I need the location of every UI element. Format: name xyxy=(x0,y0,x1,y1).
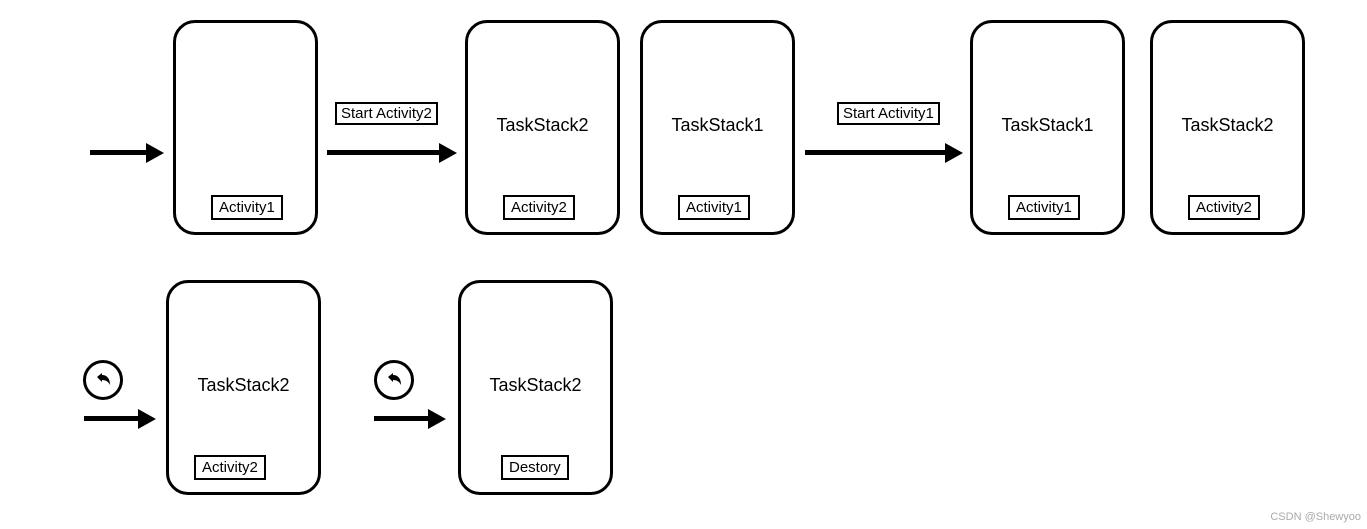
stack-5-activity: Activity2 xyxy=(1188,195,1260,220)
stack-3-activity: Activity1 xyxy=(678,195,750,220)
stack-2-activity: Activity2 xyxy=(503,195,575,220)
stack-1-activity: Activity1 xyxy=(211,195,283,220)
stack-6: TaskStack2 Activity2 xyxy=(166,280,321,495)
stack-7-title: TaskStack2 xyxy=(461,375,610,396)
arrow-3-label: Start Activity1 xyxy=(837,102,940,125)
stack-3: TaskStack1 Activity1 xyxy=(640,20,795,235)
stack-2-title: TaskStack2 xyxy=(468,115,617,136)
stack-3-title: TaskStack1 xyxy=(643,115,792,136)
stack-4-title: TaskStack1 xyxy=(973,115,1122,136)
stack-2: TaskStack2 Activity2 xyxy=(465,20,620,235)
stack-5: TaskStack2 Activity2 xyxy=(1150,20,1305,235)
stack-4-activity: Activity1 xyxy=(1008,195,1080,220)
stack-5-title: TaskStack2 xyxy=(1153,115,1302,136)
stack-6-activity: Activity2 xyxy=(194,455,266,480)
arrow-2-label: Start Activity2 xyxy=(335,102,438,125)
stack-7: TaskStack2 Destory xyxy=(458,280,613,495)
back-icon-2 xyxy=(374,360,414,400)
stack-7-activity: Destory xyxy=(501,455,569,480)
stack-4: TaskStack1 Activity1 xyxy=(970,20,1125,235)
watermark: CSDN @Shewyoo xyxy=(1270,511,1361,523)
back-icon-1 xyxy=(83,360,123,400)
stack-6-title: TaskStack2 xyxy=(169,375,318,396)
stack-1: Activity1 xyxy=(173,20,318,235)
